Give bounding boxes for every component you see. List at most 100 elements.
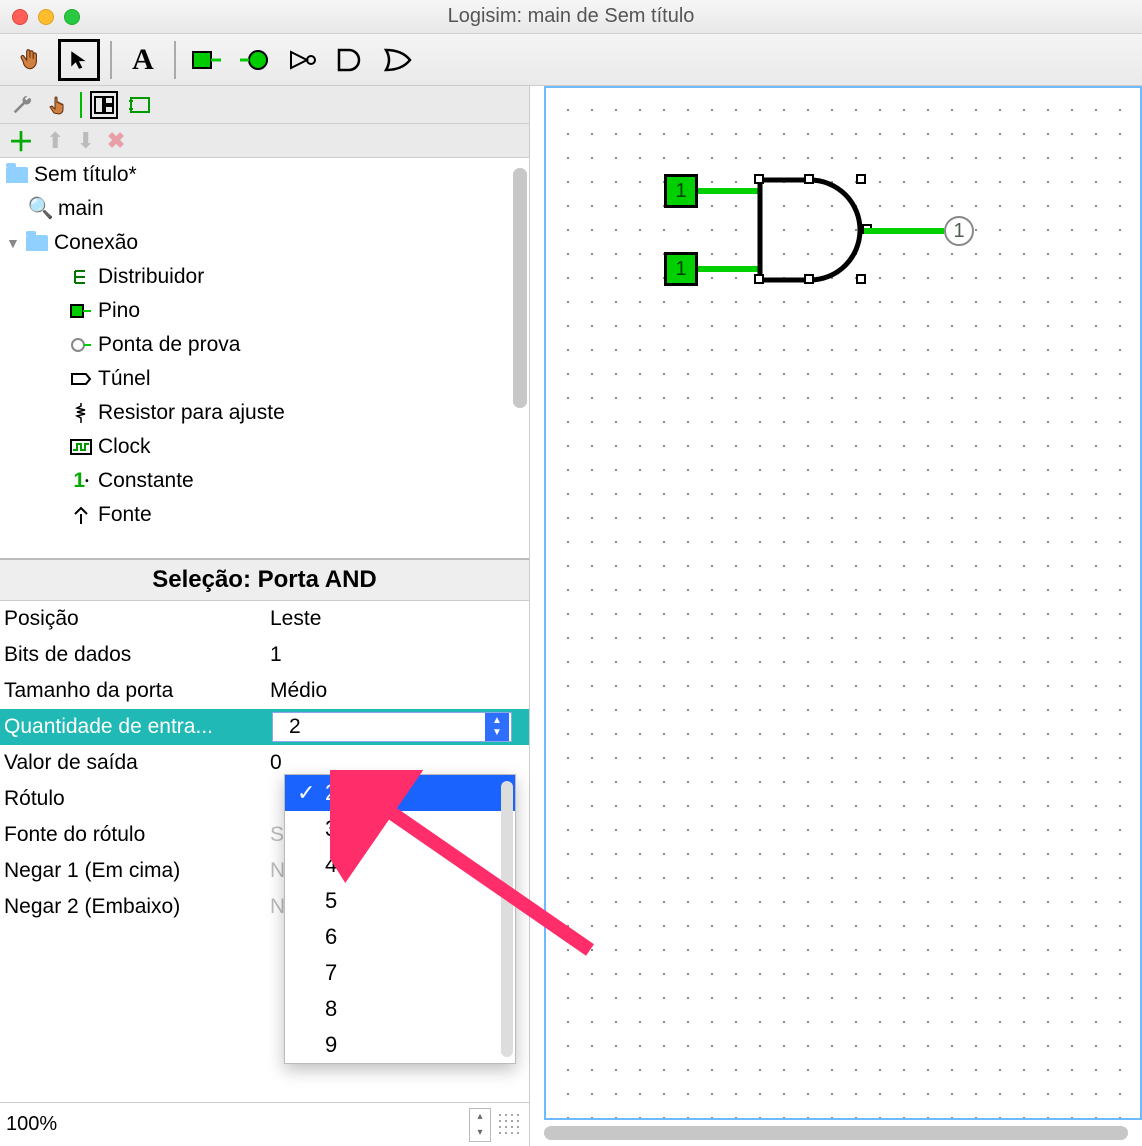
toolbar-separator <box>174 41 176 79</box>
wire[interactable] <box>864 228 944 234</box>
circuit-node[interactable]: 🔍 main <box>0 192 529 226</box>
combobox-stepper-icon[interactable]: ▲▼ <box>485 713 509 741</box>
power-icon <box>70 505 92 525</box>
wire[interactable] <box>698 266 760 272</box>
dropdown-option[interactable]: 9 <box>285 1027 515 1063</box>
library-node[interactable]: ▼ Conexão <box>0 226 529 260</box>
property-label: Tamanho da porta <box>0 679 270 703</box>
output-pin-tool[interactable] <box>234 39 276 81</box>
poke-tool[interactable] <box>10 39 52 81</box>
input-pin-tool[interactable] <box>186 39 228 81</box>
selection-handle[interactable] <box>804 174 814 184</box>
select-tool[interactable] <box>58 39 100 81</box>
component-tree[interactable]: Sem título* 🔍 main ▼ Conexão Distribuido… <box>0 158 529 558</box>
circuit-canvas[interactable]: 1 1 1 <box>544 86 1142 1120</box>
disclosure-triangle-icon[interactable]: ▼ <box>6 235 20 251</box>
dropdown-option[interactable]: 2 <box>285 775 515 811</box>
move-up-icon[interactable]: ⬆ <box>46 128 64 154</box>
input-pin-2[interactable]: 1 <box>664 252 698 286</box>
combobox-value: 2 <box>289 715 301 739</box>
green-separator-icon <box>80 92 82 118</box>
pin-value: 1 <box>675 180 686 203</box>
project-label: Sem título* <box>34 163 137 187</box>
property-label: Quantidade de entra... <box>0 715 270 739</box>
dropdown-option[interactable]: 7 <box>285 955 515 991</box>
tree-item-label: Pino <box>98 299 140 323</box>
output-pin[interactable]: 1 <box>944 216 974 246</box>
dropdown-option[interactable]: 3 <box>285 811 515 847</box>
tree-item-pin[interactable]: Pino <box>0 294 529 328</box>
resize-grip-icon[interactable] <box>497 1112 523 1138</box>
folder-icon <box>26 235 48 251</box>
dropdown-scrollbar[interactable] <box>501 781 513 1057</box>
circuit-label: main <box>58 197 104 221</box>
property-row-number-of-inputs[interactable]: Quantidade de entra... 2 ▲▼ <box>0 709 529 745</box>
dropdown-option[interactable]: 5 <box>285 883 515 919</box>
move-down-icon[interactable]: ⬇ <box>76 128 94 154</box>
library-label: Conexão <box>54 231 138 255</box>
tree-item-power[interactable]: Fonte <box>0 498 529 532</box>
selection-handle[interactable] <box>804 274 814 284</box>
property-label: Posição <box>0 607 270 631</box>
edit-tools: ＋ ⬆ ⬇ ✖ <box>0 124 529 158</box>
clock-icon <box>70 437 92 457</box>
tree-item-label: Fonte <box>98 503 152 527</box>
zoom-value[interactable]: 100% <box>6 1113 57 1136</box>
text-tool[interactable]: A <box>122 39 164 81</box>
not-gate-tool[interactable] <box>282 39 324 81</box>
layout-view-icon[interactable] <box>90 91 118 119</box>
property-label: Valor de saída <box>0 751 270 775</box>
tree-item-probe[interactable]: Ponta de prova <box>0 328 529 362</box>
tunnel-icon <box>70 369 92 389</box>
selection-handle[interactable] <box>754 174 764 184</box>
tree-item-tunnel[interactable]: Túnel <box>0 362 529 396</box>
tree-scrollbar[interactable] <box>513 168 527 408</box>
property-row[interactable]: Tamanho da porta Médio <box>0 673 529 709</box>
property-label: Negar 2 (Embaixo) <box>0 895 270 919</box>
wire[interactable] <box>698 188 760 194</box>
or-gate-tool[interactable] <box>378 39 420 81</box>
selection-handle[interactable] <box>754 274 764 284</box>
selection-handle[interactable] <box>856 174 866 184</box>
number-of-inputs-dropdown[interactable]: 2 3 4 5 6 7 8 9 <box>284 774 516 1064</box>
canvas-scrollbar[interactable] <box>544 1126 1128 1140</box>
tree-item-pull-resistor[interactable]: Resistor para ajuste <box>0 396 529 430</box>
appearance-view-icon[interactable] <box>126 91 154 119</box>
delete-icon[interactable]: ✖ <box>107 128 125 154</box>
dropdown-option[interactable]: 8 <box>285 991 515 1027</box>
poke-small-icon[interactable] <box>44 91 72 119</box>
number-of-inputs-combobox[interactable]: 2 ▲▼ <box>272 712 512 742</box>
property-row[interactable]: Bits de dados 1 <box>0 637 529 673</box>
wrench-icon[interactable] <box>8 91 36 119</box>
splitter-icon <box>70 267 92 287</box>
project-tools <box>0 86 529 124</box>
tree-item-constant[interactable]: 1• Constante <box>0 464 529 498</box>
tree-item-label: Ponta de prova <box>98 333 240 357</box>
property-value[interactable]: Médio <box>270 679 529 703</box>
property-value[interactable]: Leste <box>270 607 529 631</box>
property-value[interactable]: 1 <box>270 643 529 667</box>
tree-item-label: Distribuidor <box>98 265 204 289</box>
property-label: Fonte do rótulo <box>0 823 270 847</box>
pin-value: 1 <box>675 258 686 281</box>
property-row[interactable]: Posição Leste <box>0 601 529 637</box>
selection-handle[interactable] <box>856 274 866 284</box>
input-pin-1[interactable]: 1 <box>664 174 698 208</box>
pin-icon <box>70 301 92 321</box>
tree-item-clock[interactable]: Clock <box>0 430 529 464</box>
dropdown-option[interactable]: 6 <box>285 919 515 955</box>
property-label: Bits de dados <box>0 643 270 667</box>
project-node[interactable]: Sem título* <box>0 158 529 192</box>
pin-value: 1 <box>953 220 964 243</box>
dropdown-option[interactable]: 4 <box>285 847 515 883</box>
main-toolbar: A <box>0 34 1142 86</box>
property-value[interactable]: 0 <box>270 751 529 775</box>
and-gate-tool[interactable] <box>330 39 372 81</box>
tree-item-splitter[interactable]: Distribuidor <box>0 260 529 294</box>
window-title: Logisim: main de Sem título <box>0 5 1142 28</box>
tree-item-label: Resistor para ajuste <box>98 401 285 425</box>
add-icon[interactable]: ＋ <box>8 122 34 159</box>
zoom-spinner[interactable]: ▴▾ <box>469 1108 491 1142</box>
tree-item-label: Constante <box>98 469 194 493</box>
and-gate[interactable] <box>756 176 866 286</box>
